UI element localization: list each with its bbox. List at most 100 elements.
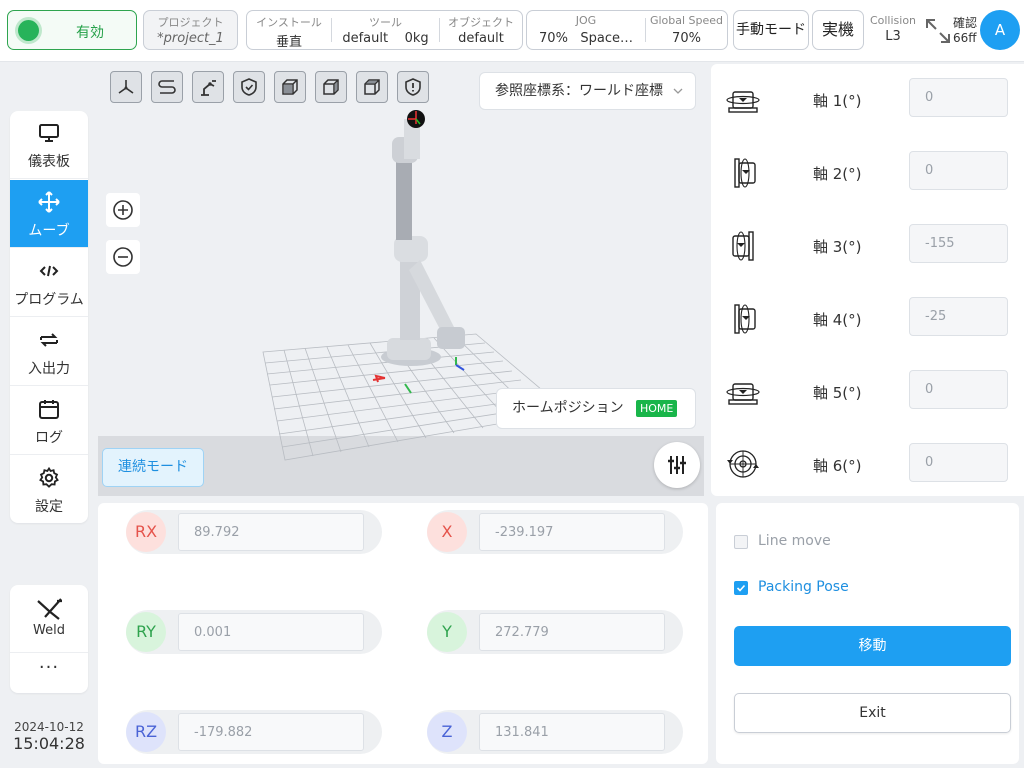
monitor-icon — [39, 124, 59, 142]
jog-speed-status[interactable]: JOG 70% Space… Global Speed 70% — [526, 10, 728, 50]
tcp-pose-panel: RX X RY Y RZ Z — [98, 503, 708, 764]
coord-rz-label: RZ — [126, 712, 166, 752]
rz-input[interactable] — [178, 713, 364, 751]
home-position-button[interactable]: ホームポジション HOME — [496, 388, 696, 429]
reference-frame-value: 参照座標系：ワールド座標 — [495, 83, 663, 99]
project-status[interactable]: プロジェクト *project_1 — [143, 10, 238, 50]
jog-segment: JOG 70% Space… — [527, 11, 645, 49]
tool-segment: ツール default 0kg — [332, 11, 439, 49]
view-front-button[interactable] — [274, 71, 306, 103]
zoom-in-button[interactable] — [106, 193, 140, 227]
path-icon — [158, 80, 176, 94]
top-status-bar: 有効 プロジェクト *project_1 インストール 垂直 ツール defau… — [0, 0, 1024, 62]
calendar-icon — [39, 400, 59, 419]
x-input[interactable] — [479, 513, 665, 551]
zoom-in-icon — [113, 200, 133, 220]
weld-torch-icon — [37, 598, 62, 620]
line-move-label: Line move — [758, 533, 831, 549]
cube-side-icon — [323, 79, 339, 95]
joint-3-input[interactable] — [909, 224, 1008, 263]
tool-name: default — [342, 31, 389, 46]
jog-speed: 70% — [539, 31, 568, 46]
joint-wrist1-icon — [734, 304, 756, 334]
nav-item-dashboard[interactable]: 儀表板 — [10, 111, 88, 179]
rx-input[interactable] — [178, 513, 364, 551]
cube-top-icon — [364, 79, 380, 95]
joint-row-4: 軸 4(°) — [711, 283, 1024, 356]
joint-row-6: 軸 6(°) — [711, 429, 1024, 502]
main-nav: 儀表板 ムーブ プログラム 入出力 ログ 設定 — [10, 111, 88, 523]
user-avatar[interactable]: A — [980, 10, 1020, 50]
object-segment: オブジェクト default — [440, 11, 522, 49]
adjust-settings-button[interactable] — [654, 442, 700, 488]
tool-value: default 0kg — [332, 31, 439, 46]
view-side-button[interactable] — [315, 71, 347, 103]
confirm-status[interactable]: 確認 66ff — [953, 16, 983, 46]
line-move-checkbox[interactable] — [734, 535, 748, 549]
install-tool-object-status[interactable]: インストール 垂直 ツール default 0kg オブジェクト default — [246, 10, 523, 50]
robot-arm-icon — [201, 80, 216, 96]
reference-frame-select[interactable]: 参照座標系：ワールド座標 — [479, 72, 696, 110]
sliders-icon — [668, 456, 686, 474]
joint-5-input[interactable] — [909, 370, 1008, 409]
view-iso-button[interactable] — [110, 71, 142, 103]
tool-load: 0kg — [404, 31, 429, 46]
coord-z: Z — [427, 710, 683, 754]
enabled-label: 有効 — [76, 25, 104, 41]
manual-mode-button[interactable]: 手動モード — [733, 10, 809, 50]
move-button[interactable]: 移動 — [734, 626, 1011, 666]
safety-view-button[interactable] — [233, 71, 265, 103]
joint-4-input[interactable] — [909, 297, 1008, 336]
zoom-out-button[interactable] — [106, 240, 140, 274]
robot-scene — [262, 110, 569, 461]
zoom-out-icon — [113, 247, 133, 267]
path-view-button[interactable] — [151, 71, 183, 103]
nav-item-log[interactable]: ログ — [10, 387, 88, 455]
nav-label: 儀表板 — [28, 154, 70, 170]
view-top-button[interactable] — [356, 71, 388, 103]
nav-item-settings[interactable]: 設定 — [10, 456, 88, 523]
global-speed-value: 70% — [672, 31, 701, 46]
joint-shoulder-icon — [734, 158, 756, 188]
robot-arm — [381, 110, 465, 366]
weld-label: Weld — [33, 623, 65, 638]
project-caption: プロジェクト — [157, 16, 224, 29]
project-name: *project_1 — [157, 31, 224, 46]
tool-caption: ツール — [369, 16, 402, 29]
nav-label: ムーブ — [28, 223, 70, 239]
more-button[interactable]: ··· — [10, 653, 88, 693]
expand-icon[interactable] — [923, 16, 953, 46]
packing-pose-checkbox[interactable] — [734, 581, 748, 595]
safety-warning-button[interactable] — [397, 71, 429, 103]
joint-6-input[interactable] — [909, 443, 1008, 482]
nav-item-program[interactable]: プログラム — [10, 249, 88, 317]
nav-item-weld[interactable]: Weld — [10, 585, 88, 653]
collision-value: L3 — [885, 29, 901, 44]
y-input[interactable] — [479, 613, 665, 651]
coord-rx: RX — [126, 510, 382, 554]
z-input[interactable] — [479, 713, 665, 751]
real-machine-button[interactable]: 実機 — [812, 10, 864, 50]
joint-2-input[interactable] — [909, 151, 1008, 190]
enabled-status-button[interactable]: 有効 — [7, 10, 137, 50]
nav-item-move[interactable]: ムーブ — [10, 180, 88, 248]
confirm-line1: 確認 — [953, 16, 978, 30]
coord-ry: RY — [126, 610, 382, 654]
robot-view-button[interactable] — [192, 71, 224, 103]
home-badge: HOME — [636, 400, 678, 417]
joint-1-input[interactable] — [909, 78, 1008, 117]
joint-wrist3-icon — [727, 450, 759, 478]
ry-input[interactable] — [178, 613, 364, 651]
swap-icon — [40, 333, 58, 347]
robot-3d-viewport[interactable]: 参照座標系：ワールド座標 ホームポジション HOME 連続モード — [98, 64, 704, 496]
joint-wrist2-icon — [726, 383, 760, 405]
date-display: 2024-10-12 — [14, 720, 84, 734]
nav-label: プログラム — [14, 292, 84, 308]
nav-item-io[interactable]: 入出力 — [10, 318, 88, 386]
collision-level[interactable]: Collision L3 — [868, 14, 918, 44]
exit-button[interactable]: Exit — [734, 693, 1011, 733]
global-speed-caption: Global Speed — [649, 14, 724, 27]
object-caption: オブジェクト — [448, 16, 514, 29]
coord-ry-label: RY — [126, 612, 166, 652]
continuous-mode-button[interactable]: 連続モード — [102, 448, 204, 487]
